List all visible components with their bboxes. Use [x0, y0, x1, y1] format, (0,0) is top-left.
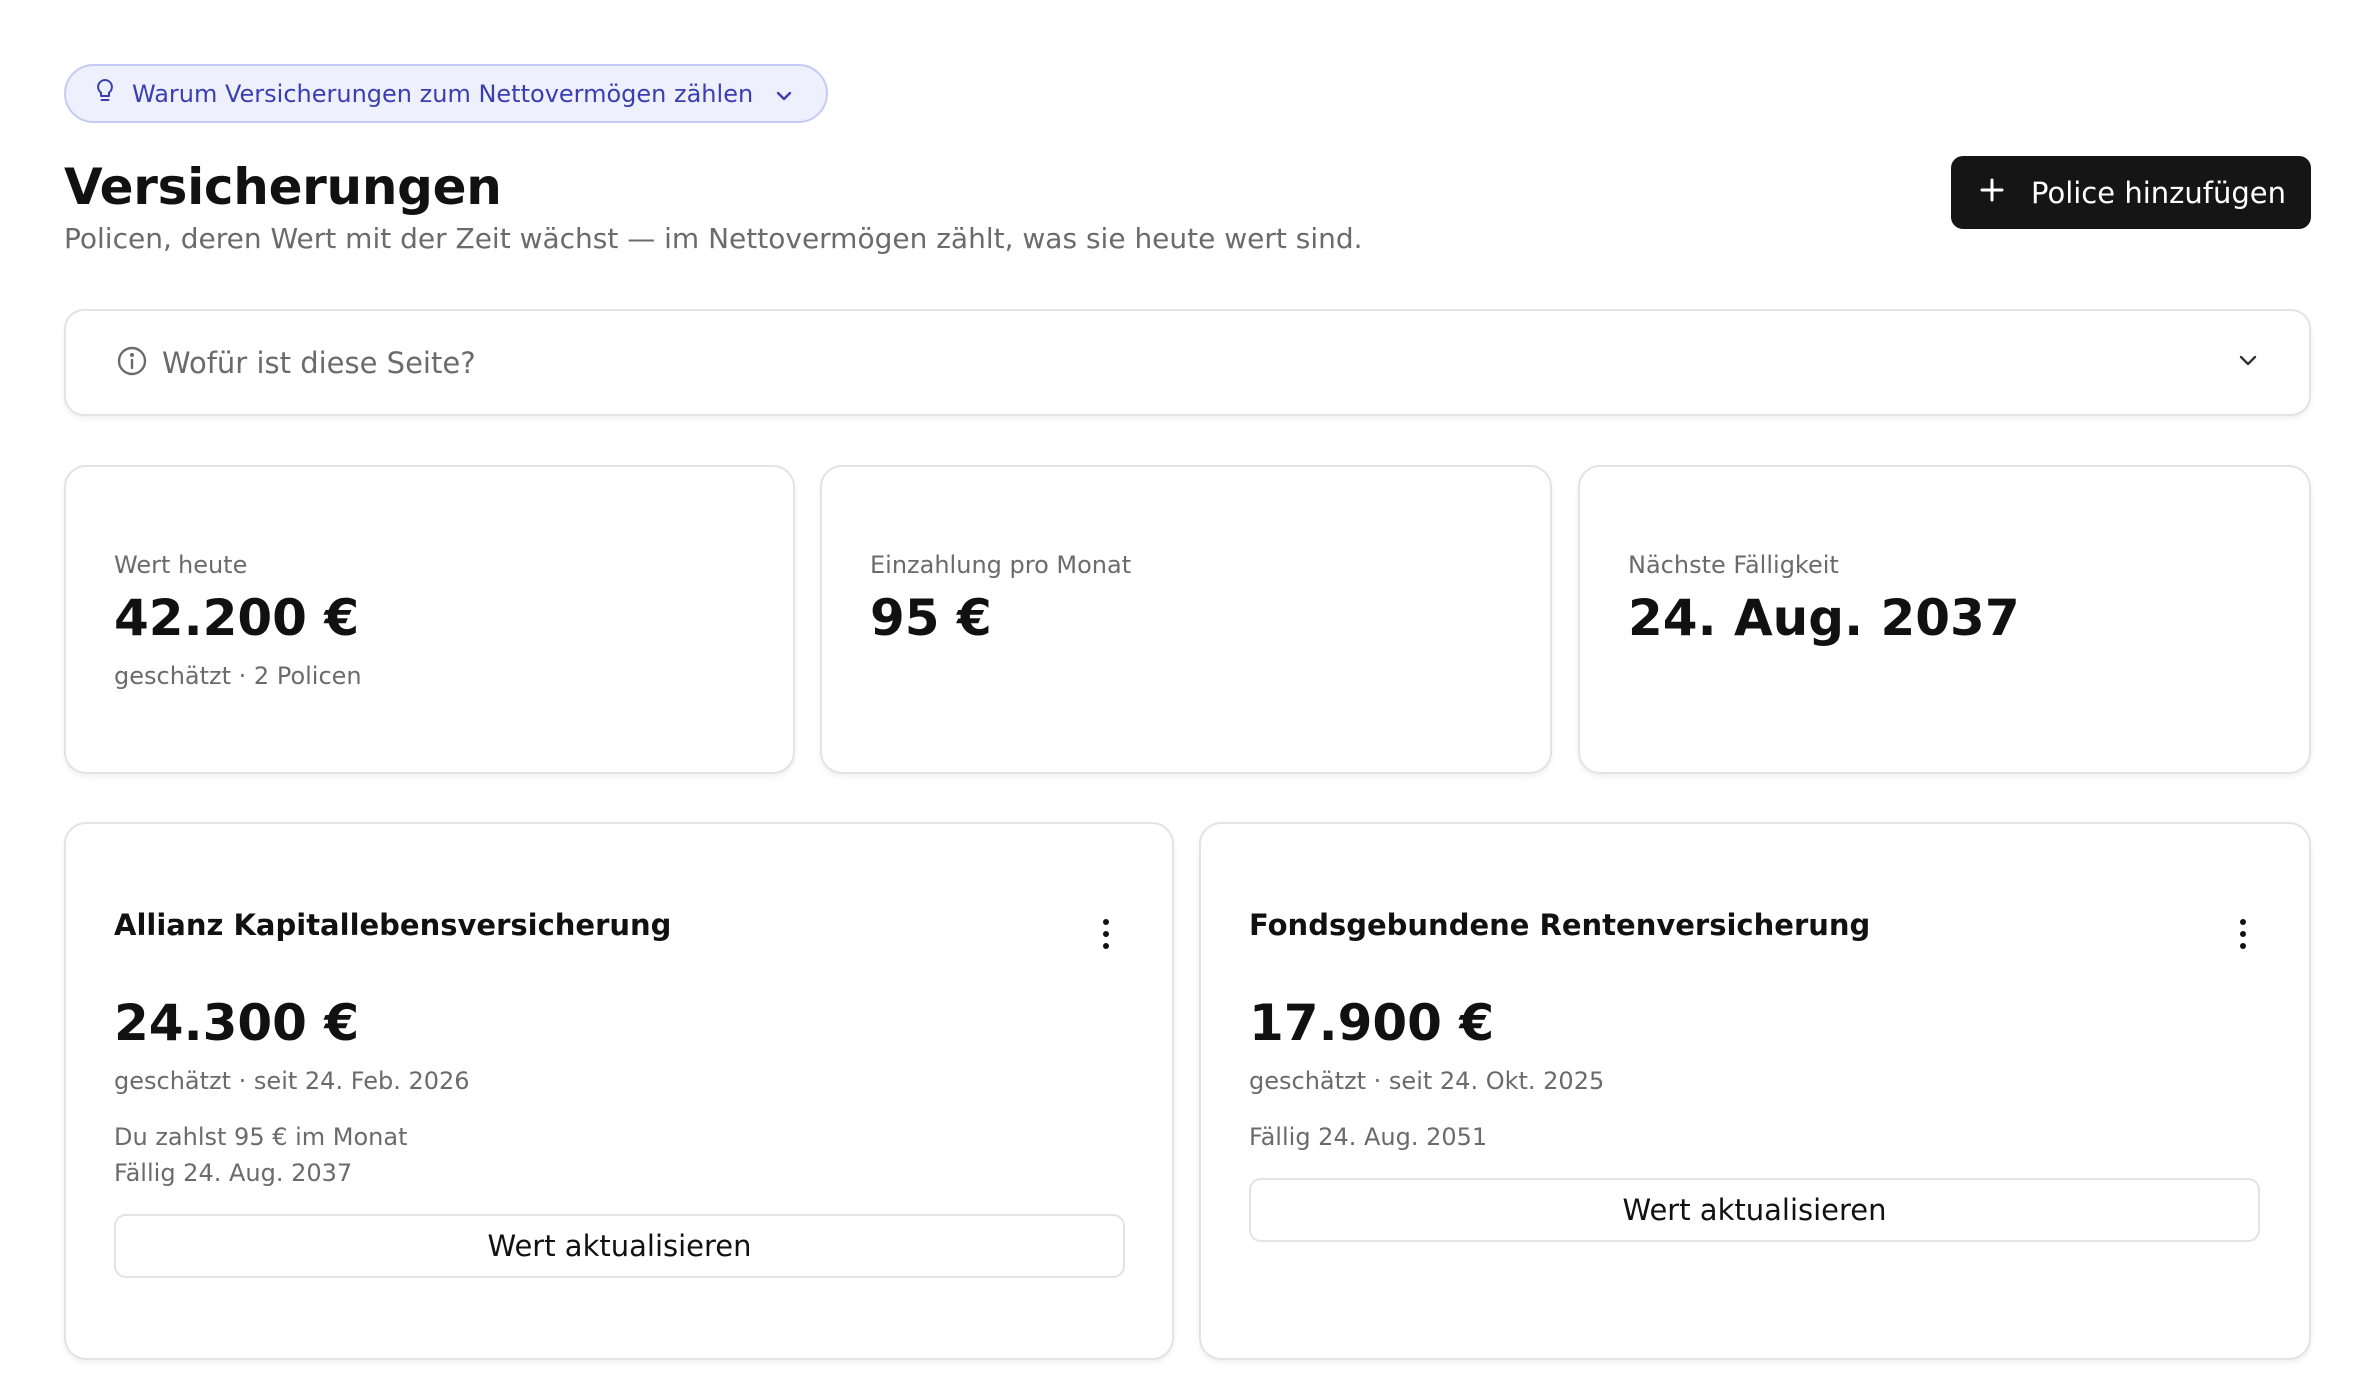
why-insurance-label: Warum Versicherungen zum Nettovermögen z… [132, 79, 754, 108]
stat-label: Wert heute [114, 551, 248, 579]
policy-meta: geschätzt · seit 24. Feb. 2026 [114, 1067, 470, 1095]
policy-name: Allianz Kapitallebensversicherung [114, 908, 672, 942]
more-options-icon[interactable] [2233, 919, 2253, 949]
policy-meta: geschätzt · seit 24. Okt. 2025 [1249, 1067, 1605, 1095]
policy-card: Fondsgebundene Rentenversicherung 17.900… [1199, 822, 2311, 1360]
stat-value: 95 € [870, 589, 992, 647]
update-value-button[interactable]: Wert aktualisieren [1249, 1178, 2260, 1242]
more-options-icon[interactable] [1096, 919, 1116, 949]
stat-value: 24. Aug. 2037 [1628, 589, 2020, 647]
stat-label: Nächste Fälligkeit [1628, 551, 1839, 579]
update-value-button[interactable]: Wert aktualisieren [114, 1214, 1125, 1278]
policy-value: 24.300 € [114, 994, 360, 1052]
chevron-down-icon [775, 80, 793, 108]
policy-name: Fondsgebundene Rentenversicherung [1249, 908, 1871, 942]
policy-due: Fällig 24. Aug. 2037 [114, 1159, 353, 1187]
policy-value: 17.900 € [1249, 994, 1495, 1052]
stat-card-current-value: Wert heute 42.200 € geschätzt · 2 Police… [64, 465, 795, 774]
stat-value: 42.200 € [114, 589, 360, 647]
chevron-down-icon [2237, 353, 2259, 372]
page-info-question: Wofür ist diese Seite? [162, 345, 476, 380]
stat-card-monthly-payment: Einzahlung pro Monat 95 € [820, 465, 1552, 774]
stat-label: Einzahlung pro Monat [870, 551, 1132, 579]
policy-payment: Du zahlst 95 € im Monat [114, 1123, 408, 1151]
page-subtitle: Policen, deren Wert mit der Zeit wächst … [64, 222, 1363, 255]
stat-card-next-due: Nächste Fälligkeit 24. Aug. 2037 [1578, 465, 2311, 774]
page-title: Versicherungen [64, 158, 502, 216]
policy-card: Allianz Kapitallebensversicherung 24.300… [64, 822, 1174, 1360]
add-policy-label: Police hinzufügen [2031, 175, 2286, 210]
policy-due: Fällig 24. Aug. 2051 [1249, 1123, 1488, 1151]
why-insurance-toggle[interactable]: Warum Versicherungen zum Nettovermögen z… [64, 64, 828, 123]
stat-sub: geschätzt · 2 Policen [114, 662, 362, 690]
add-policy-button[interactable]: Police hinzufügen [1951, 156, 2311, 229]
lightbulb-icon [94, 78, 116, 110]
plus-icon [1979, 176, 2005, 210]
page-info-accordion[interactable]: Wofür ist diese Seite? [64, 309, 2311, 416]
info-icon [116, 345, 148, 381]
